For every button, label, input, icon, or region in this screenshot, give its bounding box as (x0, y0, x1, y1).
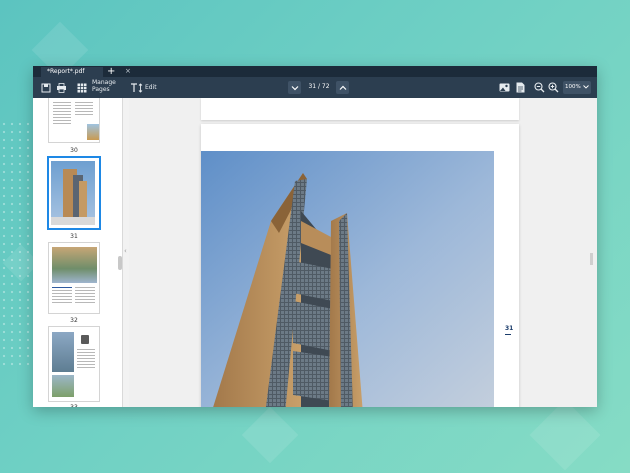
page-thumbnail-32[interactable] (48, 242, 100, 314)
print-icon (57, 82, 66, 93)
tab-bar: *Report*.pdf × + (33, 66, 597, 77)
page-number: 31 (505, 325, 514, 332)
thumbnail-image (51, 161, 95, 225)
page-thumbnail-sidebar: 30 31 32 (33, 98, 123, 407)
thumbnail-text (53, 102, 71, 126)
sidebar-scrollbar[interactable] (118, 256, 122, 270)
thumbnail-portrait (81, 335, 89, 344)
page-number-rule (505, 334, 511, 335)
thumbnail-text (52, 287, 72, 305)
collapse-sidebar-icon[interactable]: ‹ (124, 247, 127, 255)
document-icon (516, 82, 525, 93)
thumbnail-label: 30 (70, 147, 78, 154)
page-indicator[interactable]: 31 / 72 (305, 83, 333, 91)
current-page: 31 (201, 124, 519, 407)
zoom-in-button[interactable] (547, 81, 560, 94)
new-tab-button[interactable]: + (107, 66, 115, 77)
next-page-button[interactable] (288, 81, 301, 94)
manage-pages-button[interactable] (75, 81, 88, 94)
thumbnail-image (52, 332, 74, 372)
thumbnail-text (75, 102, 93, 117)
bg-decoration (529, 399, 601, 471)
edit-label[interactable]: Edit (145, 84, 157, 91)
image-icon (499, 83, 510, 92)
thumbnail-text (77, 349, 95, 370)
tab-report[interactable]: *Report*.pdf (41, 67, 103, 77)
pdf-editor-window: *Report*.pdf × + Manage Pages Edit 31 / … (33, 66, 597, 407)
bg-decoration (241, 406, 299, 464)
page-thumbnail-33[interactable] (48, 326, 100, 402)
previous-page-bottom (201, 98, 519, 120)
manage-pages-label[interactable]: Manage Pages (92, 79, 116, 93)
zoom-level-value: 100% (565, 84, 581, 90)
zoom-out-icon (534, 82, 545, 93)
tab-title: *Report*.pdf (47, 68, 85, 75)
building-illustration (201, 151, 494, 407)
toolbar: Manage Pages Edit 31 / 72 100% (33, 77, 597, 98)
building-photo (201, 151, 494, 407)
text-edit-icon (130, 82, 142, 93)
previous-page-button[interactable] (336, 81, 349, 94)
zoom-out-button[interactable] (533, 81, 546, 94)
zoom-in-icon (548, 82, 559, 93)
document-viewer: 31 (129, 98, 597, 407)
print-button[interactable] (55, 81, 68, 94)
grid-icon (77, 83, 86, 92)
chevron-up-icon (339, 85, 346, 90)
save-button[interactable] (39, 81, 52, 94)
thumbnail-label: 33 (48, 404, 100, 407)
tab-close-icon[interactable]: × (125, 66, 131, 77)
thumbnail-label: 32 (70, 317, 78, 324)
thumbnail-text (75, 287, 95, 305)
document-button[interactable] (514, 81, 527, 94)
thumbnail-image (87, 124, 99, 140)
thumbnail-image (52, 247, 97, 283)
page-thumbnail-30[interactable] (48, 98, 100, 143)
thumbnail-label: 31 (70, 233, 78, 240)
viewer-scrollbar[interactable] (590, 253, 593, 265)
insert-image-button[interactable] (498, 81, 511, 94)
edit-text-button[interactable] (129, 81, 144, 94)
chevron-down-icon (291, 85, 298, 90)
save-icon (41, 83, 50, 92)
chevron-down-icon[interactable] (583, 85, 589, 89)
thumbnail-image (52, 375, 74, 397)
page-thumbnail-31[interactable] (47, 156, 101, 230)
